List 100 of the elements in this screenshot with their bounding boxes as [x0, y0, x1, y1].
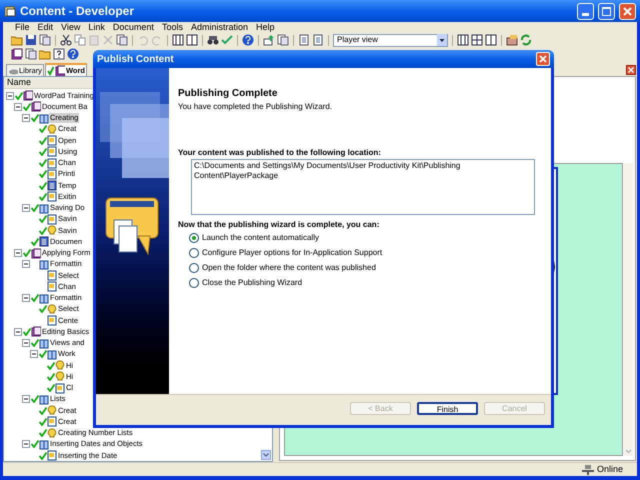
menu-item[interactable]: File	[11, 20, 34, 34]
close-icon	[628, 66, 634, 72]
collapse-icon[interactable]	[14, 328, 22, 336]
open-book-icon	[39, 338, 49, 349]
page-icon	[47, 281, 57, 292]
open-book-icon	[39, 394, 49, 405]
menu-item[interactable]: Link	[84, 20, 109, 34]
window-title: Content - Developer	[20, 3, 136, 20]
folder-icon[interactable]	[39, 48, 51, 60]
collapse-icon[interactable]	[22, 294, 30, 302]
page-icon	[47, 315, 57, 326]
radio-button[interactable]	[189, 278, 199, 288]
collapse-icon[interactable]	[14, 102, 22, 111]
close-icon	[623, 6, 632, 16]
options-label: Now that the publishing wizard is complete, you can:	[178, 220, 380, 230]
radio-label[interactable]: Configure Player options for In-Application Support	[202, 246, 382, 258]
help-icon[interactable]	[67, 48, 79, 60]
open-book-icon	[39, 438, 49, 450]
collapse-icon[interactable]	[30, 350, 38, 358]
binoculars-icon[interactable]	[207, 34, 219, 46]
menu-item[interactable]: Document	[108, 20, 158, 34]
app-icon	[4, 5, 16, 17]
page-icon	[47, 146, 57, 158]
column-header-label: Name	[7, 76, 32, 89]
wizard-subheading: You have completed the Publishing Wizard.	[178, 101, 334, 112]
book-icon	[31, 248, 41, 259]
network-icon	[582, 464, 594, 474]
page-icon	[47, 191, 57, 202]
scrollbar-down-button[interactable]	[261, 450, 271, 460]
menu-item[interactable]: Edit	[34, 20, 58, 34]
layout-icon[interactable]	[172, 34, 184, 46]
scissors-icon[interactable]	[60, 34, 72, 46]
open-book-icon	[39, 202, 49, 214]
maximize-button[interactable]	[598, 2, 615, 20]
close-button[interactable]	[619, 2, 636, 20]
close-button[interactable]	[536, 52, 550, 66]
document-icon	[47, 180, 57, 192]
close-pane-button[interactable]	[626, 64, 636, 74]
location-field[interactable]: C:\Documents and Settings\My Documents\User Productivity Kit\Publishing Content\PlayerPackage	[191, 159, 535, 215]
minimize-button[interactable]	[577, 2, 594, 20]
save-icon[interactable]	[25, 34, 37, 46]
lightbulb-icon	[55, 360, 65, 372]
book-icon	[31, 326, 41, 338]
radio-label[interactable]: Open the folder where the content was published	[202, 262, 376, 274]
collapse-icon[interactable]	[22, 395, 30, 404]
document-icon	[39, 236, 49, 248]
radio-button[interactable]	[189, 232, 199, 242]
page-icon	[47, 270, 57, 282]
page-icon	[47, 168, 57, 180]
radio-button[interactable]	[189, 248, 199, 258]
collapse-icon[interactable]	[14, 249, 22, 258]
collapse-icon[interactable]	[22, 114, 30, 122]
dialog-title: Publish Content	[97, 52, 175, 66]
folder-icon[interactable]	[11, 34, 23, 46]
collapse-icon[interactable]	[6, 92, 14, 100]
grid-icon[interactable]	[471, 34, 483, 46]
collapse-icon[interactable]	[22, 440, 30, 448]
menu-item[interactable]: Administration	[186, 20, 252, 34]
collapse-icon[interactable]	[22, 260, 30, 268]
wizard-button[interactable]: Finish	[417, 402, 478, 414]
chevron-down-icon	[624, 447, 633, 456]
collapse-icon[interactable]	[22, 339, 30, 348]
open-book-icon	[47, 348, 57, 360]
lightbulb-icon	[47, 225, 57, 236]
document-icon[interactable]	[312, 34, 324, 46]
book-icon	[31, 101, 41, 112]
radio-label[interactable]: Close the Publishing Wizard	[202, 276, 302, 288]
page-icon	[55, 382, 65, 394]
refresh-icon[interactable]	[520, 34, 532, 46]
minimize-icon	[582, 12, 589, 16]
page-icon	[47, 416, 57, 428]
document-icon[interactable]	[298, 34, 310, 46]
lightbulb-icon	[47, 304, 57, 315]
wizard-heading: Publishing Complete	[178, 88, 278, 100]
open-book-icon	[39, 112, 49, 124]
radio-label[interactable]: Launch the content automatically	[202, 232, 319, 244]
pages-icon[interactable]	[25, 48, 37, 60]
book-icon[interactable]	[11, 48, 23, 60]
columns-icon[interactable]	[186, 34, 198, 46]
pages-icon[interactable]	[39, 34, 51, 46]
layout-icon[interactable]	[457, 34, 469, 46]
pages-icon[interactable]	[277, 34, 289, 46]
columns-icon[interactable]	[485, 34, 497, 46]
help-icon[interactable]	[242, 34, 254, 46]
page-icon	[47, 135, 57, 146]
menu-item[interactable]: Tools	[158, 20, 187, 34]
menu-item[interactable]: Help	[252, 20, 278, 34]
question-icon[interactable]	[53, 48, 65, 60]
lightbulb-icon	[47, 124, 57, 135]
book-icon	[23, 90, 33, 102]
checkmark-icon[interactable]	[221, 34, 233, 46]
radio-button[interactable]	[189, 262, 199, 272]
view-dropdown[interactable]: Player view	[333, 34, 448, 46]
box-icon[interactable]	[506, 34, 518, 46]
arrow-up-icon[interactable]	[263, 34, 275, 46]
lightbulb-icon	[55, 371, 65, 382]
pages-icon[interactable]	[116, 34, 128, 46]
lightbulb-icon	[47, 428, 57, 439]
collapse-icon[interactable]	[22, 204, 30, 212]
menu-item[interactable]: View	[57, 20, 84, 34]
